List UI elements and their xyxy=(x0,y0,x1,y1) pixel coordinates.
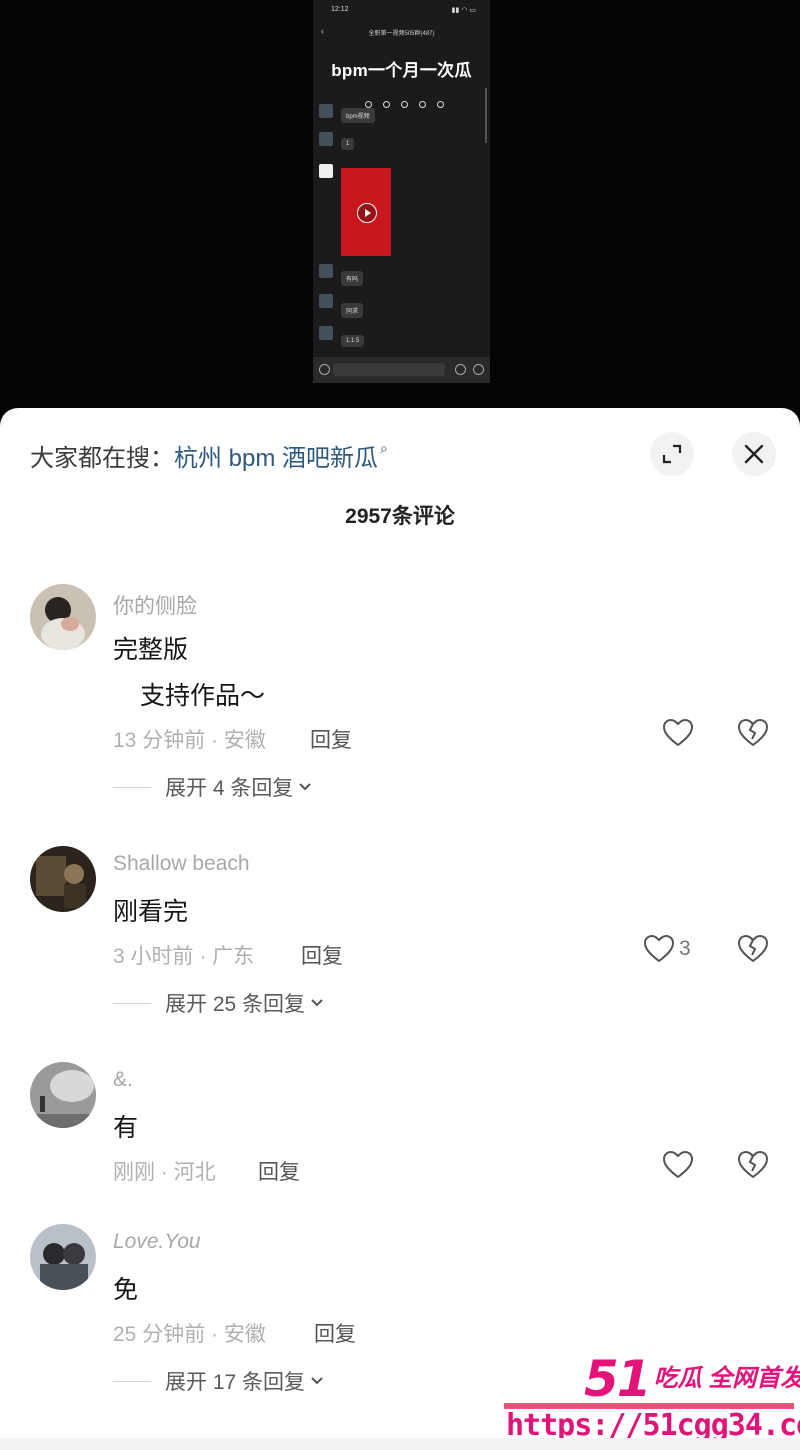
chat-bubble: 有吗 xyxy=(341,271,364,286)
shared-video-thumbnail xyxy=(341,168,391,256)
voice-icon xyxy=(319,364,330,375)
reaction-dot-icon xyxy=(419,101,426,108)
chat-bubble: 1.1.5 xyxy=(341,335,365,347)
video-screenshot: 12:12 ▮▮ ◠ ▭ ‹ 全职第一视频505群(487) bpm一个月一次瓜… xyxy=(313,0,490,383)
avatar-image xyxy=(30,1062,96,1128)
phone-status-bar: 12:12 ▮▮ ◠ ▭ xyxy=(313,6,490,18)
chat-avatar xyxy=(319,264,333,278)
expand-replies-label: 展开 17 条回复 xyxy=(165,1371,306,1394)
reply-button[interactable]: 回复 xyxy=(310,724,352,754)
comment-author[interactable]: Shallow beach xyxy=(113,852,250,876)
expand-replies-label: 展开 4 条回复 xyxy=(165,777,294,800)
back-arrow-icon: ‹ xyxy=(321,26,324,36)
avatar[interactable] xyxy=(30,846,96,912)
chevron-down-icon xyxy=(311,999,323,1007)
broken-heart-icon xyxy=(737,718,769,747)
reaction-dot-icon xyxy=(401,101,408,108)
chat-bubble: 同求 xyxy=(341,303,364,318)
comment-meta: 25 分钟前 · 安徽 xyxy=(113,1323,266,1346)
chat-scrollbar xyxy=(485,88,487,143)
comment-meta: 刚刚 · 河北 xyxy=(113,1161,216,1184)
avatar[interactable] xyxy=(30,1062,96,1128)
emoji-icon xyxy=(455,364,466,375)
avatar-image xyxy=(30,1224,96,1290)
heart-icon xyxy=(662,1150,694,1179)
chat-title: 全职第一视频505群(487) xyxy=(368,31,435,37)
comment-meta: 13 分钟前 · 安徽 xyxy=(113,729,266,752)
search-suggestion-prefix: 大家都在搜： xyxy=(30,445,174,472)
chevron-down-icon xyxy=(299,783,312,791)
watermark-brand: 51 吃瓜 全网首发 xyxy=(584,1350,800,1408)
phone-signal-icons: ▮▮ ◠ ▭ xyxy=(451,7,476,14)
like-button[interactable]: 3 xyxy=(643,934,691,964)
comment-author[interactable]: 你的侧脸 xyxy=(113,590,197,620)
comment-text: 有 xyxy=(113,1114,139,1142)
comment-meta: 3 小时前 · 广东 xyxy=(113,945,255,968)
play-icon xyxy=(357,203,377,223)
dislike-button[interactable] xyxy=(737,934,769,969)
like-count: 3 xyxy=(679,937,691,960)
watermark-slogan: 吃瓜 全网首发 xyxy=(653,1365,800,1392)
reaction-dot-icon xyxy=(365,101,372,108)
dislike-button[interactable] xyxy=(737,718,769,753)
chevron-down-icon xyxy=(311,1377,323,1385)
divider xyxy=(113,1002,151,1004)
search-suggestion[interactable]: 大家都在搜：杭州 bpm 酒吧新瓜 ⌕ xyxy=(30,438,388,473)
comment-sheet: 大家都在搜：杭州 bpm 酒吧新瓜 ⌕ 2957条评论 你的侧脸 完整版 支持作品… xyxy=(0,408,800,1450)
avatar[interactable] xyxy=(30,584,96,650)
like-button[interactable] xyxy=(662,1150,694,1180)
close-sheet-button[interactable] xyxy=(732,432,776,476)
reaction-dot-icon xyxy=(437,101,444,108)
search-icon: ⌕ xyxy=(380,440,388,456)
chat-avatar xyxy=(319,104,333,118)
comment-author[interactable]: &. xyxy=(113,1068,133,1092)
bottom-input-bar xyxy=(0,1438,800,1450)
heart-icon xyxy=(643,934,675,963)
expand-replies[interactable]: 展开 25 条回复 xyxy=(113,988,324,1018)
chat-bubble: 1 xyxy=(341,138,355,150)
video-overlay-title: bpm一个月一次瓜 xyxy=(331,61,472,80)
broken-heart-icon xyxy=(737,934,769,963)
plus-icon xyxy=(473,364,484,375)
avatar-image xyxy=(30,846,96,912)
chat-avatar xyxy=(319,164,333,178)
like-button[interactable] xyxy=(662,718,694,748)
avatar[interactable] xyxy=(30,1224,96,1290)
chat-avatar xyxy=(319,132,333,146)
video-player[interactable]: 12:12 ▮▮ ◠ ▭ ‹ 全职第一视频505群(487) bpm一个月一次瓜… xyxy=(0,0,800,420)
reply-button[interactable]: 回复 xyxy=(301,940,343,970)
expand-replies[interactable]: 展开 17 条回复 xyxy=(113,1366,324,1396)
chat-bubble: bpm视频 xyxy=(341,108,375,123)
chat-header: ‹ 全职第一视频505群(487) xyxy=(313,26,490,42)
watermark-number: 51 xyxy=(584,1350,652,1408)
expand-icon xyxy=(662,444,682,464)
chat-input-field xyxy=(333,363,445,376)
divider xyxy=(113,1380,151,1382)
search-suggestion-term[interactable]: 杭州 bpm 酒吧新瓜 xyxy=(174,445,378,472)
comment-count: 2957条评论 xyxy=(345,505,455,528)
avatar-image xyxy=(30,584,96,650)
comment-text: 免 xyxy=(113,1276,139,1304)
reaction-dot-icon xyxy=(383,101,390,108)
comment-text: 刚看完 xyxy=(113,898,189,926)
divider xyxy=(113,786,151,788)
expand-sheet-button[interactable] xyxy=(650,432,694,476)
heart-icon xyxy=(662,718,694,747)
comment-text: 支持作品～ xyxy=(140,682,266,710)
chat-input-bar xyxy=(313,357,490,383)
chat-avatar xyxy=(319,294,333,308)
dislike-button[interactable] xyxy=(737,1150,769,1185)
expand-replies-label: 展开 25 条回复 xyxy=(165,993,306,1016)
phone-time: 12:12 xyxy=(331,6,349,13)
comment-text: 完整版 xyxy=(113,636,189,664)
broken-heart-icon xyxy=(737,1150,769,1179)
close-icon xyxy=(744,444,764,464)
reply-button[interactable]: 回复 xyxy=(258,1156,300,1186)
comment-author[interactable]: Love.You xyxy=(113,1230,201,1254)
reply-button[interactable]: 回复 xyxy=(314,1318,356,1348)
emoji-reaction-row xyxy=(365,95,455,113)
chat-avatar xyxy=(319,326,333,340)
expand-replies[interactable]: 展开 4 条回复 xyxy=(113,772,312,802)
